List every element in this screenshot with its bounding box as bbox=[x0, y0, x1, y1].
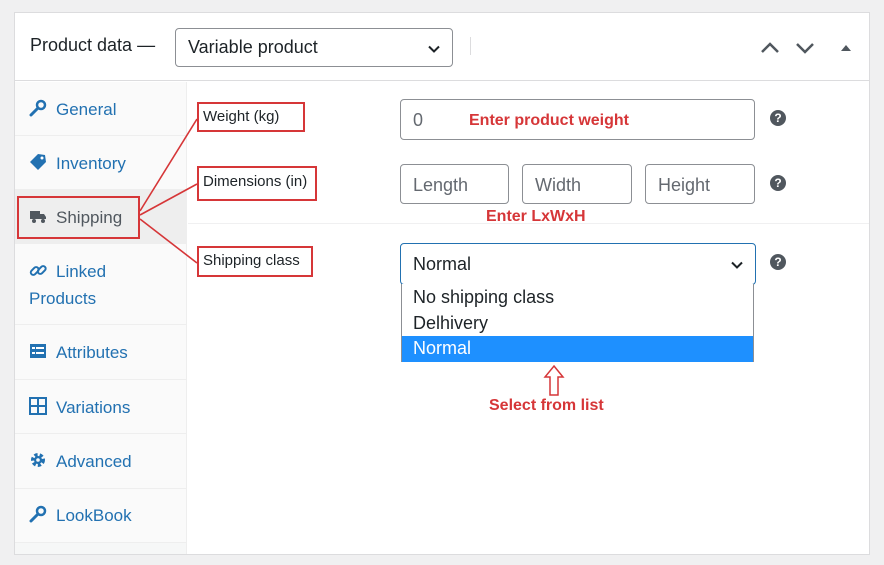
product-data-panel: Product data — Variable product General … bbox=[14, 12, 870, 555]
annotation-connectors bbox=[139, 118, 198, 264]
